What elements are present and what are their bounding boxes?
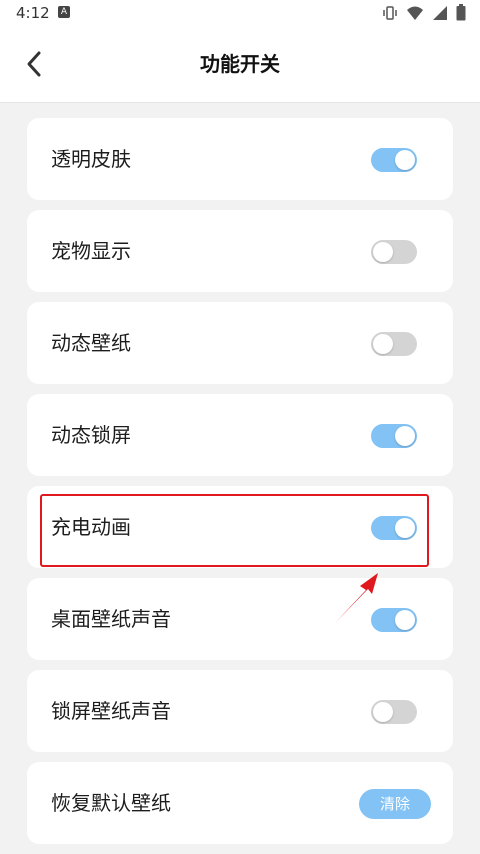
live-lockscreen-toggle[interactable] <box>371 424 417 448</box>
toggle-knob <box>373 334 393 354</box>
toggle-knob <box>373 702 393 722</box>
highlight-box <box>40 494 429 567</box>
setting-row-pet-display: 宠物显示 <box>27 210 453 292</box>
setting-label: 锁屏壁纸声音 <box>51 699 171 723</box>
back-button[interactable] <box>18 48 50 80</box>
toggle-knob <box>395 610 415 630</box>
setting-row-live-wallpaper: 动态壁纸 <box>27 302 453 384</box>
status-icons <box>382 4 466 21</box>
setting-row-live-lockscreen: 动态锁屏 <box>27 394 453 476</box>
header: 功能开关 <box>0 26 480 103</box>
status-bar: 4:12 A <box>0 0 480 26</box>
wifi-icon <box>407 6 423 20</box>
transparent-skin-toggle[interactable] <box>371 148 417 172</box>
battery-icon <box>456 4 466 21</box>
pointer-arrow-icon <box>335 573 378 623</box>
setting-row-restore-default-wallpaper: 恢复默认壁纸 清除 <box>27 762 453 844</box>
clear-button[interactable]: 清除 <box>359 789 431 819</box>
chevron-left-icon <box>27 51 41 77</box>
lockscreen-wallpaper-sound-toggle[interactable] <box>371 700 417 724</box>
signal-icon <box>433 5 447 20</box>
setting-row-lockscreen-wallpaper-sound: 锁屏壁纸声音 <box>27 670 453 752</box>
status-time: 4:12 <box>16 4 50 22</box>
setting-label: 透明皮肤 <box>51 147 131 171</box>
setting-label: 桌面壁纸声音 <box>51 607 171 631</box>
setting-row-transparent-skin: 透明皮肤 <box>27 118 453 200</box>
settings-list: 透明皮肤 宠物显示 动态壁纸 动态锁屏 充电动画 桌面壁纸声音 锁屏壁纸声音 恢… <box>27 118 453 854</box>
setting-label: 宠物显示 <box>51 239 131 263</box>
notification-icon: A <box>58 6 70 18</box>
setting-label: 动态壁纸 <box>51 331 131 355</box>
setting-label: 动态锁屏 <box>51 423 131 447</box>
toggle-knob <box>395 150 415 170</box>
setting-label: 恢复默认壁纸 <box>51 791 171 815</box>
page-title: 功能开关 <box>200 52 280 76</box>
live-wallpaper-toggle[interactable] <box>371 332 417 356</box>
vibrate-icon <box>383 5 397 20</box>
pet-display-toggle[interactable] <box>371 240 417 264</box>
toggle-knob <box>395 426 415 446</box>
toggle-knob <box>373 242 393 262</box>
